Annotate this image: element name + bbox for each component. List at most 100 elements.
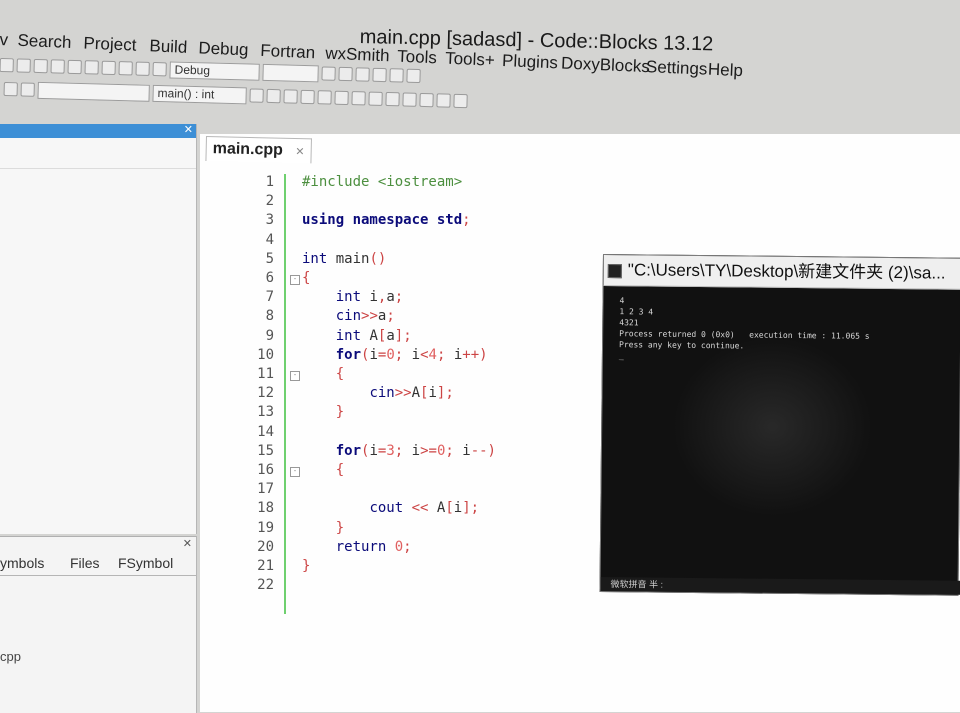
uncomment-icon[interactable] bbox=[368, 91, 383, 106]
line-number: 1 bbox=[265, 174, 274, 190]
close-icon[interactable]: ✕ bbox=[184, 123, 193, 136]
fold-toggle-icon[interactable]: - bbox=[290, 371, 300, 381]
stop-icon[interactable] bbox=[152, 62, 167, 77]
line-number: 5 bbox=[265, 250, 274, 267]
line-number: 7 bbox=[265, 289, 274, 306]
code-text: { bbox=[302, 270, 311, 286]
jump-forward-icon[interactable] bbox=[20, 82, 35, 97]
code-text: cout << A[i]; bbox=[369, 500, 480, 517]
tab-symbols[interactable]: ymbols bbox=[0, 555, 44, 571]
menu-help[interactable]: Help bbox=[708, 60, 744, 81]
code-text: int main() bbox=[302, 250, 387, 267]
line-number: 6 bbox=[265, 270, 274, 286]
menu-search[interactable]: Search bbox=[17, 31, 72, 53]
menu-fortran[interactable]: Fortran bbox=[260, 41, 316, 63]
jump-back-icon[interactable] bbox=[3, 81, 18, 97]
run-icon[interactable] bbox=[101, 60, 116, 76]
break-icon[interactable] bbox=[389, 68, 404, 83]
replace-icon[interactable] bbox=[67, 59, 82, 75]
line-number: 19 bbox=[257, 519, 274, 536]
code-text: #include <iostream> bbox=[302, 174, 463, 190]
line-number: 10 bbox=[257, 346, 274, 363]
line-number: 16 bbox=[257, 462, 274, 478]
next-bookmark-icon[interactable] bbox=[334, 90, 349, 106]
ime-status-bar: 微软拼音 半 : bbox=[600, 576, 960, 595]
code-text: cin>>A[i]; bbox=[369, 385, 454, 402]
find-icon[interactable] bbox=[50, 59, 65, 74]
code-text: int A[a]; bbox=[335, 327, 412, 344]
line-number: 15 bbox=[257, 442, 274, 459]
line-number: 18 bbox=[257, 500, 274, 517]
line-number: 21 bbox=[257, 558, 274, 574]
bookmark-icon[interactable] bbox=[300, 89, 315, 105]
function-select[interactable]: main() : int bbox=[152, 84, 247, 104]
format-icon[interactable] bbox=[419, 92, 434, 108]
step-into-icon[interactable] bbox=[355, 67, 370, 82]
line-number: 12 bbox=[257, 385, 274, 402]
code-text: using namespace std; bbox=[302, 212, 471, 229]
search-icon[interactable] bbox=[453, 93, 468, 109]
stop-debug-icon[interactable] bbox=[406, 68, 421, 84]
code-text: for(i=3; i>=0; i--) bbox=[335, 442, 496, 459]
management-tree-row[interactable] bbox=[0, 138, 196, 169]
line-number: 17 bbox=[257, 481, 274, 498]
step-icon[interactable] bbox=[338, 66, 353, 82]
indent-icon[interactable] bbox=[385, 91, 400, 107]
code-text: } bbox=[335, 404, 345, 421]
build-target-select[interactable]: Debug bbox=[169, 60, 260, 81]
menu-build[interactable]: Build bbox=[149, 36, 188, 58]
symbols-panel: ✕ ymbols Files FSymbol cpp bbox=[0, 536, 197, 713]
highlight-icon[interactable] bbox=[283, 89, 298, 104]
fold-toggle-icon[interactable]: - bbox=[290, 467, 300, 477]
menu-settings[interactable]: Settings bbox=[646, 57, 708, 80]
management-panel: ✕ bbox=[0, 124, 197, 534]
copy-icon[interactable] bbox=[16, 58, 31, 73]
nav-icon[interactable] bbox=[266, 88, 281, 104]
menu-v[interactable]: v bbox=[0, 30, 8, 50]
console-window[interactable]: "C:\Users\TY\Desktop\新建文件夹 (2)\sa... 41 … bbox=[599, 254, 960, 596]
code-text: for(i=0; i<4; i++) bbox=[335, 346, 488, 363]
rebuild-icon[interactable] bbox=[135, 61, 150, 76]
code-text: int i,a; bbox=[335, 289, 404, 306]
line-number: 2 bbox=[265, 193, 274, 210]
line-number: 14 bbox=[257, 423, 274, 440]
change-bar bbox=[284, 174, 286, 614]
blank-combo[interactable] bbox=[262, 63, 319, 82]
step-out-icon[interactable] bbox=[372, 67, 387, 83]
paste-icon[interactable] bbox=[33, 58, 48, 74]
code-text: { bbox=[335, 366, 345, 382]
prev-bookmark-icon[interactable] bbox=[317, 90, 332, 105]
code-text: } bbox=[335, 519, 345, 536]
code-text: return 0; bbox=[335, 538, 412, 555]
menu-debug[interactable]: Debug bbox=[198, 38, 249, 60]
line-number: 4 bbox=[265, 231, 274, 248]
close-icon[interactable]: ✕ bbox=[183, 537, 192, 550]
build-icon[interactable] bbox=[84, 60, 99, 75]
tab-main-cpp[interactable]: main.cpp ✕ bbox=[205, 136, 312, 164]
fold-toggle-icon[interactable]: - bbox=[290, 275, 300, 285]
zoom-icon[interactable] bbox=[436, 93, 451, 108]
line-number: 11 bbox=[257, 366, 274, 382]
close-icon[interactable]: ✕ bbox=[295, 146, 304, 158]
tab-files[interactable]: Files bbox=[70, 555, 100, 571]
editor-tab-label: main.cpp bbox=[212, 140, 284, 159]
file-item[interactable]: cpp bbox=[0, 649, 21, 664]
tab-fsymbols[interactable]: FSymbol bbox=[118, 555, 173, 571]
debug-icon[interactable] bbox=[321, 66, 336, 81]
unindent-icon[interactable] bbox=[402, 92, 417, 107]
line-number: 13 bbox=[257, 404, 274, 421]
line-number: 20 bbox=[257, 538, 274, 555]
nav-icon[interactable] bbox=[249, 88, 264, 103]
scope-select[interactable] bbox=[37, 81, 150, 102]
console-line: _ bbox=[618, 351, 624, 361]
cut-icon[interactable] bbox=[0, 57, 14, 73]
menu-doxyblocks[interactable]: DoxyBlocks bbox=[561, 54, 651, 78]
code-text: { bbox=[335, 462, 345, 478]
code-text: cin>>a; bbox=[335, 308, 395, 325]
build-run-icon[interactable] bbox=[118, 61, 133, 76]
code-text: } bbox=[302, 558, 311, 574]
console-titlebar[interactable]: "C:\Users\TY\Desktop\新建文件夹 (2)\sa... bbox=[603, 255, 960, 290]
comment-icon[interactable] bbox=[351, 91, 366, 106]
menu-project[interactable]: Project bbox=[83, 34, 137, 56]
line-number: 9 bbox=[265, 327, 274, 344]
